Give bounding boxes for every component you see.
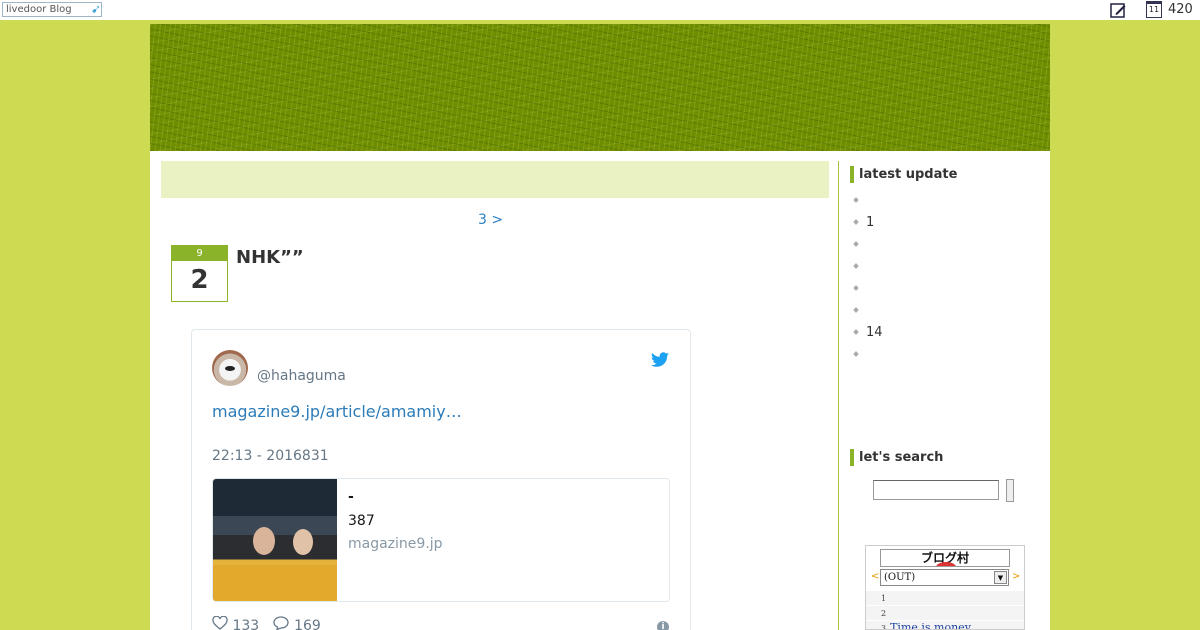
list-item[interactable] bbox=[852, 190, 1032, 212]
ranking-row[interactable]: 2 bbox=[866, 606, 1024, 620]
ranking-select-value: (OUT) bbox=[884, 572, 916, 583]
ranking-row[interactable]: 1 bbox=[866, 591, 1024, 605]
card-description: 387 bbox=[348, 513, 375, 529]
info-icon[interactable]: i bbox=[657, 621, 669, 630]
edit-icon[interactable] bbox=[1110, 2, 1126, 18]
like-count[interactable]: 133 bbox=[232, 618, 259, 630]
card-thumbnail bbox=[213, 479, 337, 601]
post-date-box: 9 2 bbox=[171, 245, 228, 302]
logo-text: livedoor Blog bbox=[6, 4, 72, 15]
logo-wing-icon: ➹ bbox=[90, 2, 101, 16]
livedoor-blog-logo[interactable]: livedoor Blog ➹ bbox=[2, 2, 102, 17]
list-item[interactable] bbox=[852, 300, 1032, 322]
ranking-rank: 3 bbox=[881, 624, 887, 630]
search-input[interactable] bbox=[873, 480, 999, 500]
card-domain: magazine9.jp bbox=[348, 536, 443, 552]
post-month: 9 bbox=[172, 246, 227, 261]
notice-bar bbox=[161, 161, 829, 198]
list-item[interactable]: 14 bbox=[852, 322, 1032, 344]
reply-icon[interactable] bbox=[272, 616, 290, 630]
ranking-list: 1 2 3 Time is money bbox=[866, 591, 1024, 630]
search-button[interactable] bbox=[1006, 479, 1014, 502]
search-heading: let's search bbox=[850, 449, 943, 466]
person-face bbox=[293, 529, 313, 555]
top-bar: livedoor Blog ➹ 11 420 bbox=[0, 0, 1200, 20]
heart-icon[interactable] bbox=[212, 615, 228, 630]
sidebar-divider bbox=[838, 161, 839, 630]
post-day: 2 bbox=[190, 265, 209, 295]
latest-update-heading: latest update bbox=[850, 166, 957, 183]
next-arrow-icon[interactable]: > bbox=[1012, 571, 1020, 582]
post-title[interactable]: NHK”” bbox=[236, 247, 304, 268]
avatar[interactable] bbox=[212, 350, 248, 386]
person-face bbox=[253, 527, 275, 555]
blog-village-widget: ブログ村 < (OUT) ▼ > 1 2 3 Time is money bbox=[865, 545, 1025, 630]
tweet-actions: 133 169 bbox=[212, 615, 321, 630]
latest-update-list: 1 14 bbox=[852, 190, 1032, 366]
ranking-rank: 1 bbox=[881, 594, 887, 603]
ranking-title[interactable]: Time is money bbox=[890, 621, 971, 629]
header-banner[interactable] bbox=[150, 24, 1050, 151]
tweet-timestamp[interactable]: 22:13 - 2016831 bbox=[212, 448, 329, 464]
ranking-rank: 2 bbox=[881, 609, 887, 618]
ranking-select[interactable]: (OUT) ▼ bbox=[880, 569, 1009, 586]
twitter-bird-icon[interactable] bbox=[650, 352, 670, 368]
list-item[interactable] bbox=[852, 234, 1032, 256]
ranking-row[interactable]: 3 Time is money bbox=[866, 621, 1024, 630]
link-preview-card[interactable]: - 387 magazine9.jp bbox=[212, 478, 670, 602]
pager-next-link[interactable]: 3 > bbox=[478, 212, 503, 228]
list-item[interactable] bbox=[852, 278, 1032, 300]
calendar-icon[interactable]: 11 bbox=[1146, 1, 1162, 18]
access-count: 420 bbox=[1168, 2, 1193, 17]
embedded-tweet: @hahaguma magazine9.jp/article/amamiy… 2… bbox=[191, 329, 691, 630]
tweet-link[interactable]: magazine9.jp/article/amamiy… bbox=[212, 402, 462, 421]
prev-arrow-icon[interactable]: < bbox=[871, 571, 879, 582]
reply-count[interactable]: 169 bbox=[294, 618, 321, 630]
blog-village-logo[interactable]: ブログ村 bbox=[880, 549, 1010, 567]
card-title: - bbox=[348, 489, 354, 505]
list-item[interactable] bbox=[852, 256, 1032, 278]
list-item[interactable]: 1 bbox=[852, 212, 1032, 234]
list-item[interactable] bbox=[852, 344, 1032, 366]
chevron-down-icon[interactable]: ▼ bbox=[994, 571, 1007, 584]
tweet-handle[interactable]: @hahaguma bbox=[257, 368, 346, 384]
protest-sign bbox=[213, 565, 337, 601]
